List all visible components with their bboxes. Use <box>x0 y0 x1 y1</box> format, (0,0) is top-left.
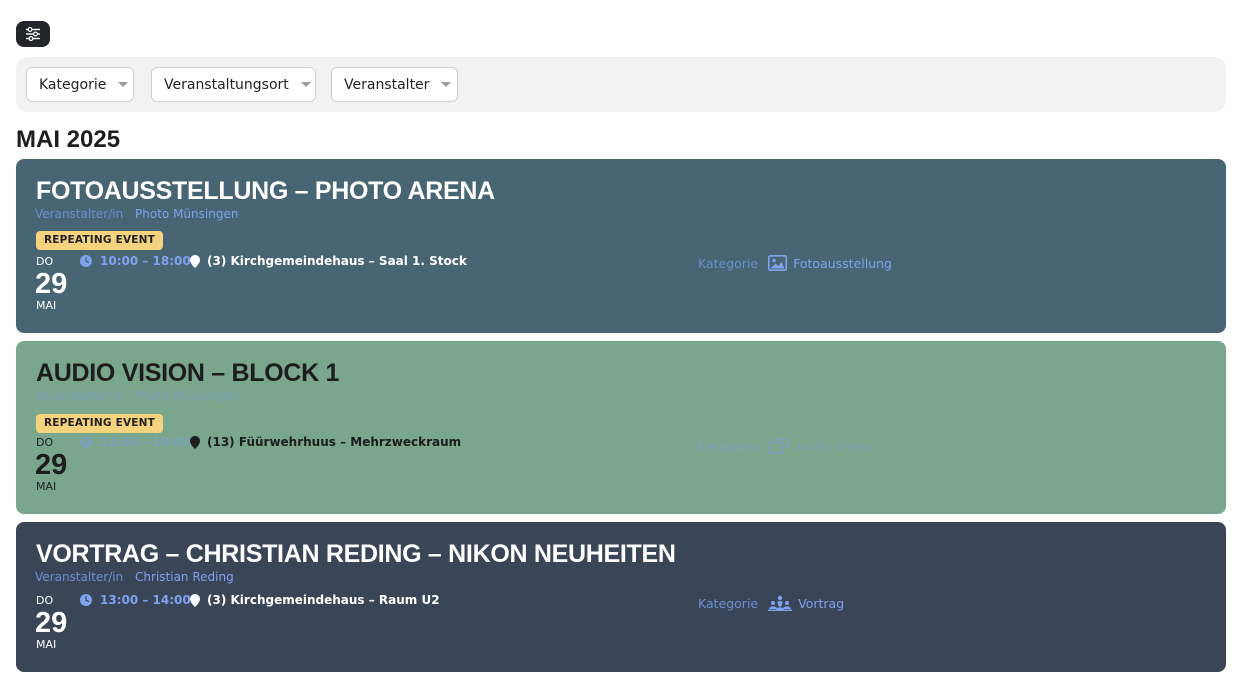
event-card[interactable]: AUDIO VISION – BLOCK 1 Veranstalter/in P… <box>16 341 1226 514</box>
location-text[interactable]: (3) Kirchgemeindehaus – Raum U2 <box>207 593 440 607</box>
date-weekday: DO <box>36 436 54 449</box>
event-card[interactable]: FOTOAUSSTELLUNG – PHOTO ARENA Veranstalt… <box>16 159 1226 333</box>
category-label: Kategorie <box>698 438 759 454</box>
repeating-event-badge: REPEATING EVENT <box>36 231 163 250</box>
event-date: DO 29 MAI <box>35 594 86 651</box>
image-icon <box>768 255 788 271</box>
dropdown-label: Veranstaltungsort <box>164 76 289 93</box>
time-range: 13:00 – 14:00 <box>100 593 191 607</box>
event-time: 13:00 – 18:00 <box>80 435 191 449</box>
dropdown-label: Kategorie <box>39 76 107 93</box>
map-pin-icon <box>190 254 200 268</box>
filter-bar: Kategorie Veranstaltungsort Veranstalter <box>16 57 1226 112</box>
date-day: 29 <box>35 449 68 481</box>
organizer-label: Veranstalter/in <box>35 570 124 584</box>
organizer-filter-dropdown[interactable]: Veranstalter <box>331 67 458 102</box>
organizer-label: Veranstalter/in <box>35 389 124 403</box>
map-pin-icon <box>190 593 200 607</box>
audio-vision-icon <box>768 437 790 455</box>
event-time: 13:00 – 14:00 <box>80 593 191 607</box>
organizer-link[interactable]: Photo Münsingen <box>135 207 238 221</box>
caret-down-icon <box>300 82 311 87</box>
map-pin-icon <box>190 435 200 449</box>
date-day: 29 <box>35 607 68 639</box>
date-month: MAI <box>36 480 57 493</box>
organizer-row: Veranstalter/in Photo Münsingen <box>35 389 238 403</box>
event-time: 10:00 – 18:00 <box>80 254 191 268</box>
date-weekday: DO <box>36 594 54 607</box>
event-date: DO 29 MAI <box>35 255 86 312</box>
category-label: Kategorie <box>698 595 759 611</box>
clock-icon <box>80 436 92 448</box>
event-title[interactable]: FOTOAUSSTELLUNG – PHOTO ARENA <box>36 177 495 206</box>
filter-toggle-button[interactable] <box>16 21 50 47</box>
date-month: MAI <box>36 299 57 312</box>
event-category: Kategorie Fotoausstellung <box>698 255 892 271</box>
location-text[interactable]: (13) Füürwehrhuus – Mehrzweckraum <box>207 435 461 449</box>
event-title[interactable]: AUDIO VISION – BLOCK 1 <box>36 359 339 388</box>
organizer-link[interactable]: Photo Münsingen <box>135 389 238 403</box>
organizer-link[interactable]: Christian Reding <box>135 570 234 584</box>
location-text[interactable]: (3) Kirchgemeindehaus – Saal 1. Stock <box>207 254 467 268</box>
category-link[interactable]: Fotoausstellung <box>793 256 892 271</box>
month-heading: MAI 2025 <box>16 126 121 153</box>
date-day: 29 <box>35 268 68 300</box>
event-title[interactable]: VORTRAG – CHRISTIAN REDING – NIKON NEUHE… <box>36 540 676 569</box>
repeating-event-badge: REPEATING EVENT <box>36 414 163 433</box>
clock-icon <box>80 255 92 267</box>
sliders-icon <box>25 27 41 41</box>
event-date: DO 29 MAI <box>35 436 86 493</box>
category-label: Kategorie <box>698 255 759 271</box>
category-link[interactable]: Vortrag <box>798 596 844 611</box>
event-category: Kategorie Vortrag <box>698 595 844 611</box>
date-weekday: DO <box>36 255 54 268</box>
organizer-label: Veranstalter/in <box>35 207 124 221</box>
event-location: (3) Kirchgemeindehaus – Saal 1. Stock <box>190 254 467 268</box>
organizer-row: Veranstalter/in Photo Münsingen <box>35 207 238 221</box>
time-range: 13:00 – 18:00 <box>100 435 191 449</box>
category-filter-dropdown[interactable]: Kategorie <box>26 67 134 102</box>
category-link[interactable]: Audio Vision <box>796 439 873 454</box>
event-location: (3) Kirchgemeindehaus – Raum U2 <box>190 593 440 607</box>
event-category: Kategorie Audio Vision <box>698 437 873 455</box>
dropdown-label: Veranstalter <box>344 76 430 93</box>
caret-down-icon <box>441 82 452 87</box>
event-card[interactable]: VORTRAG – CHRISTIAN REDING – NIKON NEUHE… <box>16 522 1226 672</box>
date-month: MAI <box>36 638 57 651</box>
clock-icon <box>80 594 92 606</box>
time-range: 10:00 – 18:00 <box>100 254 191 268</box>
organizer-row: Veranstalter/in Christian Reding <box>35 570 234 584</box>
event-location: (13) Füürwehrhuus – Mehrzweckraum <box>190 435 461 449</box>
audience-icon <box>768 595 793 611</box>
venue-filter-dropdown[interactable]: Veranstaltungsort <box>151 67 316 102</box>
caret-down-icon <box>118 82 129 87</box>
